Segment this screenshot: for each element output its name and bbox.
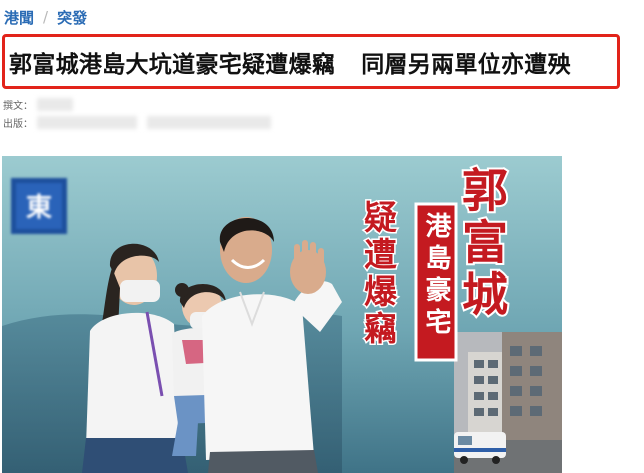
svg-text:港島豪宅: 港島豪宅 (421, 212, 451, 340)
published-date-blurred (37, 116, 137, 129)
breadcrumb-separator: / (43, 8, 49, 26)
headline-highlight-box: 郭富城港島大坑道豪宅疑遭爆竊 同層另兩單位亦遭殃 (2, 34, 620, 89)
news-logo-glyph: 東 (26, 193, 52, 223)
svg-text:郭富城: 郭富城 (455, 166, 509, 322)
hero-title-event: 疑遭爆竊 (357, 199, 399, 350)
face-mask (120, 280, 160, 302)
news-logo-icon: 東 (11, 178, 67, 234)
published-time-blurred (147, 116, 271, 129)
svg-text:疑遭爆竊: 疑遭爆竊 (359, 200, 398, 348)
hero-image[interactable]: 東 疑遭爆竊 港島豪宅 郭富城 (2, 156, 562, 473)
breadcrumb: 港聞 / 突發 (4, 6, 87, 28)
breadcrumb-subsection-link[interactable]: 突發 (57, 7, 87, 28)
author-name-blurred (37, 98, 73, 111)
mansion-building-photo (454, 332, 562, 473)
headline-main: 郭富城港島大坑道豪宅疑遭爆竊 (9, 51, 336, 78)
breadcrumb-section-link[interactable]: 港聞 (4, 7, 34, 28)
hero-title-place: 港島豪宅 (414, 202, 458, 362)
author-label: 撰文： (3, 101, 33, 112)
headline-sub: 同層另兩單位亦遭殃 (361, 51, 571, 78)
waving-hand-icon (290, 240, 326, 294)
published-label: 出版： (3, 119, 33, 130)
hero-title-name: 郭富城 (453, 164, 511, 324)
hero-image-canvas: 東 疑遭爆竊 港島豪宅 郭富城 (2, 156, 562, 473)
published-row: 出版： (3, 115, 281, 130)
author-row: 撰文： (3, 97, 83, 112)
page-title: 郭富城港島大坑道豪宅疑遭爆竊 同層另兩單位亦遭殃 (9, 45, 571, 79)
